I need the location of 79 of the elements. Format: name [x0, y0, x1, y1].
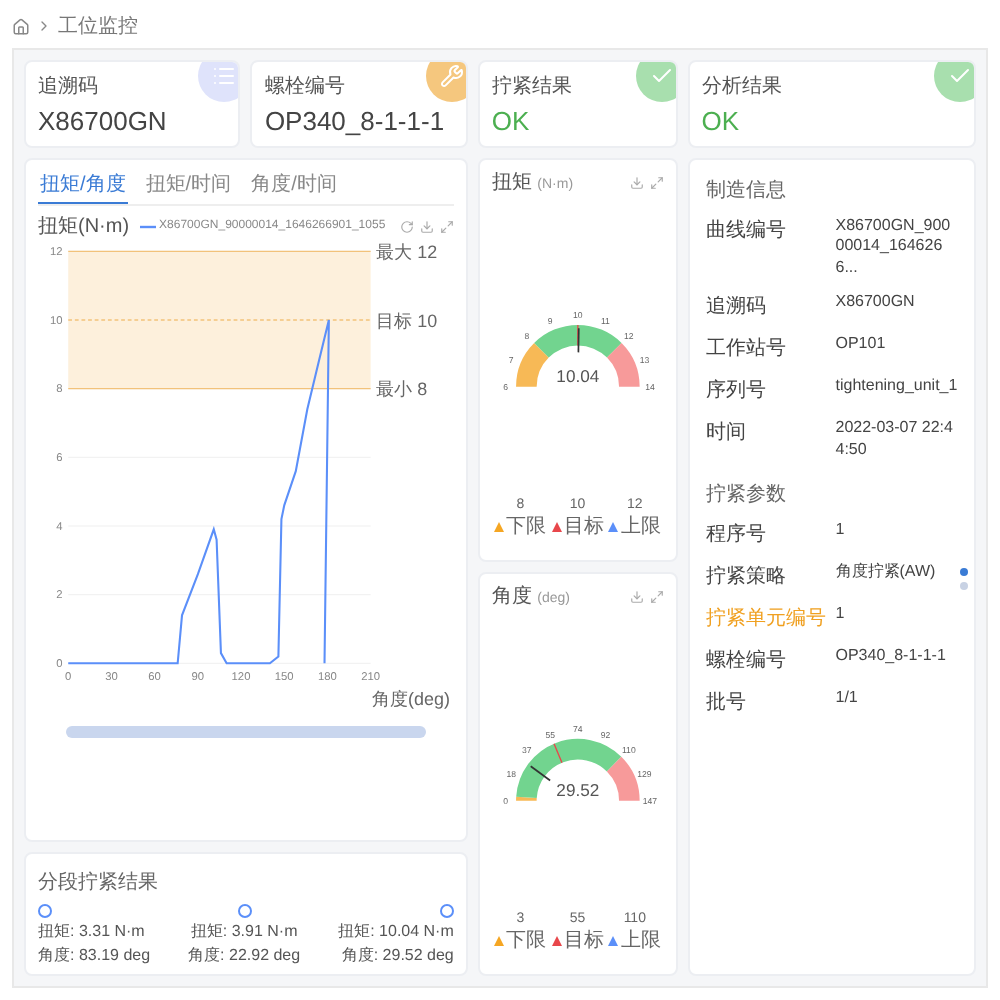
card-title: 分段拧紧结果 — [38, 872, 158, 894]
card-value: OK — [701, 106, 742, 136]
card-value: OK — [491, 106, 532, 136]
expand-icon[interactable] — [649, 175, 664, 189]
step-torque: 扭矩: 3.31 N·m — [38, 920, 145, 942]
field-value: tightening_unit_1 — [835, 376, 958, 398]
field-label: 工作站号 — [705, 335, 788, 363]
chart-tab[interactable]: 扭矩/角度 — [38, 168, 128, 204]
field-value: OP340_8-1-1-1 — [835, 645, 948, 667]
field-value: 角度拧紧(AW) — [835, 561, 938, 583]
card-label: 分析结果 — [701, 73, 784, 100]
field-value: X86700GN — [835, 292, 917, 314]
limit-label: 最大 12 — [376, 241, 438, 262]
step-dot — [38, 904, 52, 918]
card-value: OP340_8-1-1-1 — [264, 106, 447, 136]
chevron-icon — [36, 18, 52, 34]
chart-tab[interactable]: 扭矩/时间 — [143, 168, 234, 204]
high-zone-arc — [606, 756, 640, 801]
card-label: 拧紧结果 — [491, 73, 574, 100]
field-label: 拧紧策略 — [705, 563, 788, 590]
field-value: OP101 — [835, 334, 888, 356]
step-dot — [439, 904, 454, 918]
gauge-value: 10.04 — [556, 365, 600, 386]
field-value: 2022-03-07 22:44:50 — [835, 418, 955, 460]
legend-label: 上限 — [620, 513, 661, 540]
breadcrumb-item[interactable]: 工位监控 — [58, 12, 138, 40]
step-dot — [237, 904, 252, 918]
field-value: 1/1 — [835, 687, 860, 709]
step-angle: 角度: 29.52 deg — [341, 944, 454, 966]
legend-label: 目标 — [563, 513, 604, 540]
step-torque: 扭矩: 10.04 N·m — [338, 920, 454, 942]
high-zone-arc — [606, 342, 640, 387]
ok-zone-arc — [515, 738, 622, 798]
legend-label: 目标 — [563, 927, 604, 954]
chart-tab[interactable]: 角度/时间 — [249, 168, 339, 204]
home-icon[interactable] — [12, 17, 30, 35]
expand-icon[interactable] — [649, 589, 664, 603]
low-zone-arc — [515, 342, 549, 387]
card-label: 螺栓编号 — [264, 73, 347, 100]
step-torque: 扭矩: 3.91 N·m — [190, 920, 298, 942]
step-angle: 角度: 22.92 deg — [188, 944, 301, 966]
target-marker — [553, 742, 563, 764]
section-title: 制造信息 — [705, 177, 788, 204]
field-label: 时间 — [705, 419, 748, 447]
field-label: 追溯码 — [705, 294, 768, 321]
pager-dot[interactable] — [960, 567, 968, 575]
step-angle: 角度: 83.19 deg — [38, 944, 151, 966]
expand-icon[interactable] — [439, 219, 454, 233]
target-marker — [576, 324, 579, 346]
gauge-needle — [529, 765, 551, 782]
refresh-icon[interactable] — [399, 219, 414, 233]
download-icon[interactable] — [629, 175, 644, 189]
legend-label: 下限 — [506, 928, 547, 954]
low-zone-arc — [515, 796, 537, 801]
legend-line-icon — [139, 223, 156, 229]
field-label: 序列号 — [705, 377, 768, 405]
axis-title: 扭矩(N·m) — [38, 214, 130, 240]
axis-title: 角度(deg) — [372, 688, 450, 709]
pager-dot[interactable] — [960, 581, 968, 589]
legend-label: 上限 — [620, 927, 661, 954]
field-label: 螺栓编号 — [705, 647, 788, 674]
limit-label: 最小 8 — [376, 379, 428, 400]
limit-label: 目标 10 — [376, 310, 438, 331]
download-icon[interactable] — [419, 219, 434, 233]
ok-zone-arc — [533, 324, 622, 358]
field-value: X86700GN_90000014_1646266... — [835, 216, 953, 279]
field-label: 曲线编号 — [705, 217, 788, 244]
gauge-needle — [577, 327, 580, 353]
card-value: X86700GN — [38, 106, 169, 136]
field-value: 1 — [835, 603, 847, 625]
card-label: 追溯码 — [38, 74, 100, 100]
download-icon[interactable] — [629, 589, 644, 603]
field-label: 拧紧单元编号 — [705, 605, 828, 632]
field-value: 1 — [835, 519, 847, 541]
gauge-value: 29.52 — [556, 779, 600, 800]
legend-label: 下限 — [506, 514, 547, 540]
field-label: 批号 — [705, 689, 748, 716]
section-title: 拧紧参数 — [705, 481, 788, 508]
field-label: 程序号 — [705, 521, 768, 548]
